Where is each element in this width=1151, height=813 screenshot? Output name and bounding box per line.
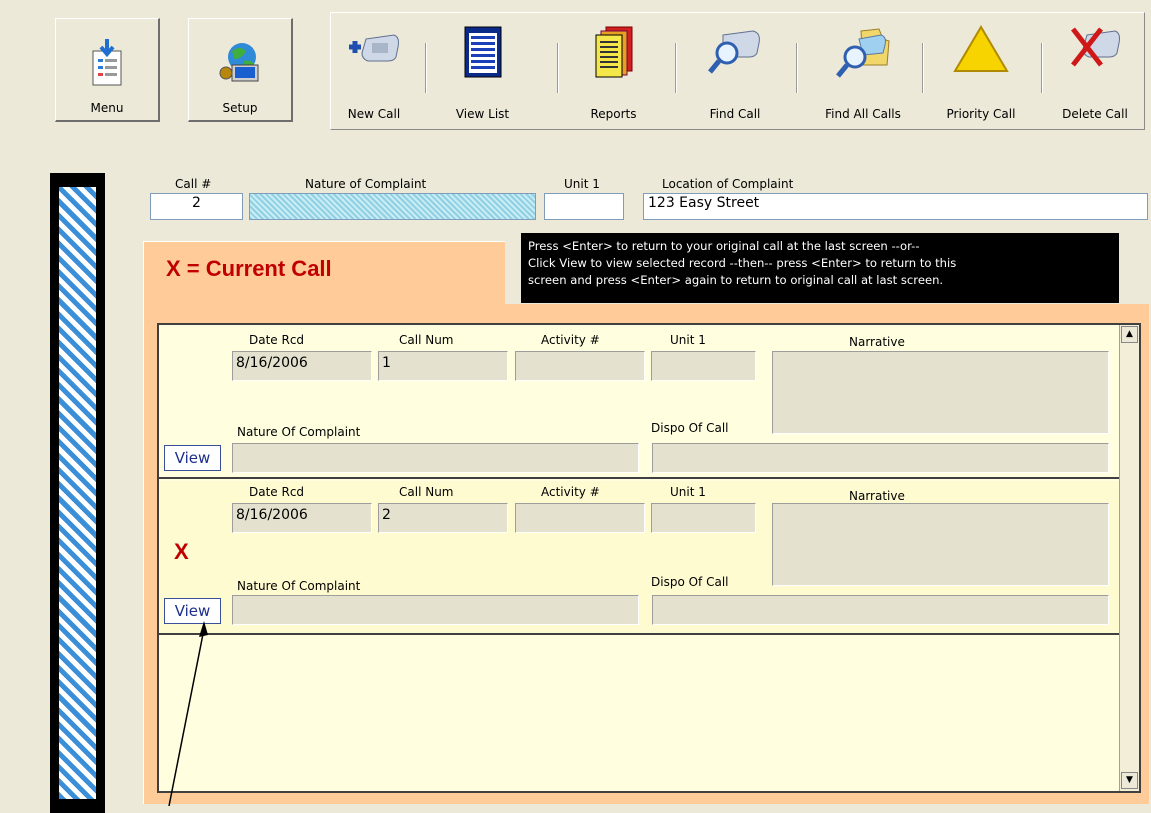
narrative-field[interactable] [772,351,1109,434]
help-line: Click View to view selected record --the… [528,256,957,270]
unit-field[interactable] [651,351,756,381]
reports-button[interactable]: Reports [576,13,651,131]
dispo-label: Dispo Of Call [651,575,729,589]
find-call-magnifier-icon [708,30,760,74]
unit-field[interactable] [651,503,756,533]
dispo-label: Dispo Of Call [651,421,729,435]
reports-label: Reports [590,107,637,121]
date-label: Date Rcd [249,333,305,347]
call-num-field[interactable]: 2 [150,193,243,220]
delete-call-icon [1071,27,1120,67]
nature-header-label: Nature of Complaint [305,177,427,191]
date-field[interactable]: 8/16/2006 [232,503,372,533]
nature-label: Nature Of Complaint [237,579,361,593]
view-list-button[interactable]: View List [445,13,520,131]
list-scrollbar[interactable]: ▲ ▼ [1119,325,1139,791]
setup-button[interactable]: Setup [188,18,293,122]
unit-header-label: Unit 1 [564,177,600,191]
call-num-header-label: Call # [175,177,212,191]
find-all-calls-label: Find All Calls [825,107,901,121]
call-num-label: Call Num [399,333,454,347]
nature-field[interactable] [232,443,639,473]
priority-triangle-icon [953,25,1009,72]
reports-icon [595,26,632,78]
current-call-marker: X [174,539,189,564]
nature-of-complaint-field[interactable] [249,193,536,220]
unit-label: Unit 1 [670,333,706,347]
call-num-field[interactable]: 1 [378,351,508,381]
call-num-field[interactable]: 2 [378,503,508,533]
activity-field[interactable] [515,351,645,381]
menu-icon [92,39,122,86]
dispo-field[interactable] [652,443,1109,473]
date-field[interactable]: 8/16/2006 [232,351,372,381]
activity-label: Activity # [541,485,600,499]
nature-label: Nature Of Complaint [237,425,361,439]
find-all-calls-button[interactable]: Find All Calls [813,13,913,131]
striped-side-bar [50,173,105,813]
help-line: screen and press <Enter> again to return… [528,273,944,287]
annotation-arrow [168,621,208,806]
find-call-label: Find Call [709,107,761,121]
list-item: Date Rcd Call Num Activity # Unit 1 Narr… [159,325,1119,479]
find-call-button[interactable]: Find Call [693,13,777,131]
main-toolbar: New Call View List Reports Find Call Fin… [330,12,1145,130]
activity-field[interactable] [515,503,645,533]
narrative-label: Narrative [849,489,905,503]
narrative-label: Narrative [849,335,905,349]
dispo-field[interactable] [652,595,1109,625]
delete-call-label: Delete Call [1062,107,1128,121]
narrative-field[interactable] [772,503,1109,586]
view-button[interactable]: View [164,445,221,471]
delete-call-button[interactable]: Delete Call [1049,13,1141,131]
new-call-label: New Call [347,107,401,121]
setup-globe-icon [219,43,259,82]
menu-label: Menu [90,101,124,115]
call-records-list: Date Rcd Call Num Activity # Unit 1 Narr… [157,323,1141,793]
call-num-label: Call Num [399,485,454,499]
view-list-label: View List [455,107,510,121]
unit-label: Unit 1 [670,485,706,499]
new-call-button[interactable]: New Call [333,13,415,131]
priority-call-button[interactable]: Priority Call [931,13,1031,131]
nature-field[interactable] [232,595,639,625]
setup-label: Setup [222,101,258,115]
current-call-legend: X = Current Call [166,256,332,281]
list-item: Date Rcd Call Num Activity # Unit 1 Narr… [159,481,1119,635]
date-label: Date Rcd [249,485,305,499]
unit-field[interactable] [544,193,624,220]
activity-label: Activity # [541,333,600,347]
menu-button[interactable]: Menu [55,18,160,122]
help-line: Press <Enter> to return to your original… [528,239,920,253]
find-all-calls-icon [836,28,890,78]
location-field[interactable]: 123 Easy Street [643,193,1148,220]
priority-call-label: Priority Call [946,107,1016,121]
view-list-icon [464,26,501,78]
scroll-up-button[interactable]: ▲ [1121,326,1138,343]
new-call-phone-icon [349,34,399,62]
location-header-label: Location of Complaint [662,177,794,191]
scroll-down-button[interactable]: ▼ [1121,772,1138,789]
help-instructions: Press <Enter> to return to your original… [521,233,1119,303]
